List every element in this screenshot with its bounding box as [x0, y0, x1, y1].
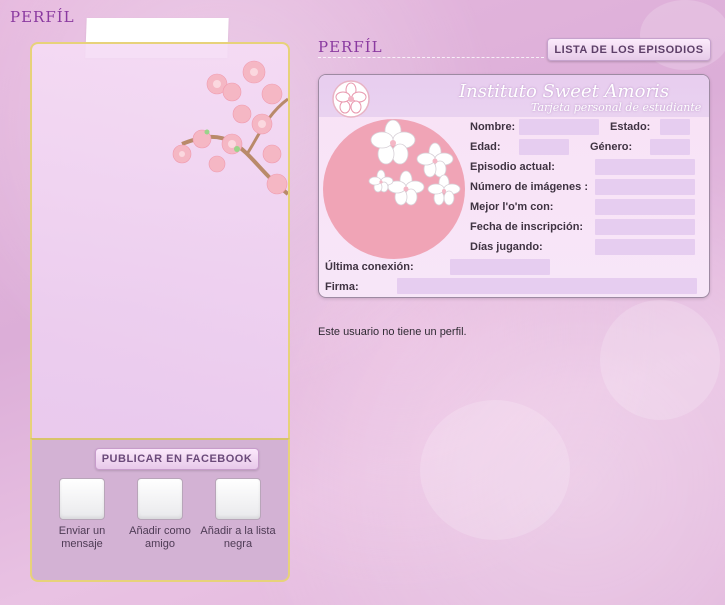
- profile-actions-panel: PUBLICAR EN FACEBOOK Enviar un mensaje A…: [30, 438, 290, 582]
- field-value-edad: [519, 139, 569, 155]
- send-message-action[interactable]: Enviar un mensaje: [44, 478, 120, 551]
- field-value-estado: [660, 119, 690, 135]
- no-profile-message: Este usuario no tiene un perfil.: [318, 326, 467, 338]
- field-value-genero: [650, 139, 690, 155]
- field-label-genero: Género:: [590, 141, 633, 153]
- field-label-firma: Firma:: [325, 281, 359, 293]
- cherry-blossom-branch-icon: [172, 60, 288, 196]
- episode-list-button[interactable]: LISTA DE LOS EPISODIOS: [547, 38, 711, 61]
- field-value-firma: [397, 278, 697, 294]
- blacklist-label: Añadir a la lista negra: [200, 525, 276, 550]
- add-friend-button[interactable]: [137, 478, 183, 520]
- card-subtitle: Tarjeta personal de estudiante: [531, 101, 702, 114]
- right-profile-title: PERFÍL: [318, 38, 383, 56]
- field-label-edad: Edad:: [470, 141, 501, 153]
- field-label-imagenes: Número de imágenes :: [470, 181, 588, 193]
- background-petal: [600, 300, 720, 420]
- blacklist-action[interactable]: Añadir a la lista negra: [200, 478, 276, 551]
- field-value-episodio: [595, 159, 695, 175]
- field-value-mejor: [595, 199, 695, 215]
- field-value-nombre: [519, 119, 599, 135]
- field-label-ultima: Última conexión:: [325, 261, 414, 273]
- left-profile-title: PERFÍL: [10, 8, 75, 26]
- publish-facebook-button[interactable]: PUBLICAR EN FACEBOOK: [95, 448, 259, 470]
- background-petal: [420, 400, 570, 540]
- student-card: Instituto Sweet Amoris Tarjeta personal …: [318, 74, 710, 298]
- field-label-estado: Estado:: [610, 121, 651, 133]
- field-label-fecha: Fecha de inscripción:: [470, 221, 584, 233]
- institution-name: Instituto Sweet Amoris: [459, 81, 670, 102]
- send-message-label: Enviar un mensaje: [58, 525, 106, 550]
- field-label-nombre: Nombre:: [470, 121, 516, 133]
- field-value-fecha: [595, 219, 695, 235]
- add-friend-label: Añadir como amigo: [129, 525, 191, 550]
- blacklist-button[interactable]: [215, 478, 261, 520]
- title-divider: [318, 57, 544, 58]
- field-label-episodio: Episodio actual:: [470, 161, 555, 173]
- send-message-button[interactable]: [59, 478, 105, 520]
- avatar-frame: [30, 42, 290, 440]
- avatar-circle: [323, 119, 465, 259]
- field-value-dias: [595, 239, 695, 255]
- field-label-mejor: Mejor l'o'm con:: [470, 201, 554, 213]
- add-friend-action[interactable]: Añadir como amigo: [122, 478, 198, 551]
- field-value-imagenes: [595, 179, 695, 195]
- field-value-ultima: [450, 259, 550, 275]
- field-label-dias: Días jugando:: [470, 241, 543, 253]
- blossom-logo-icon: [332, 80, 370, 118]
- sakura-flowers-icon: [368, 119, 461, 206]
